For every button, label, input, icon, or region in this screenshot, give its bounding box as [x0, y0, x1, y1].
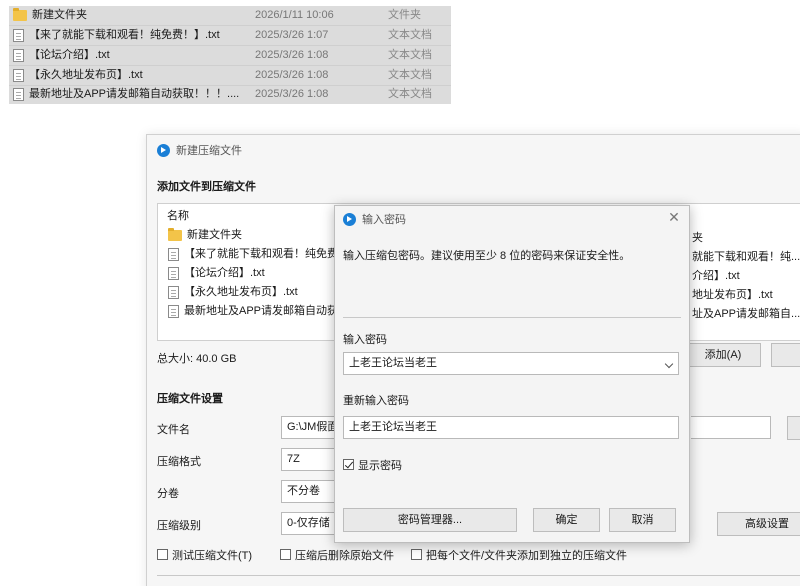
dialog-title: 新建压缩文件 — [176, 145, 242, 157]
dialog-titlebar: 新建压缩文件 — [157, 141, 242, 159]
file-name: 新建文件夹 — [32, 9, 87, 21]
show-password-checkbox[interactable]: 显示密码 — [343, 457, 402, 473]
level-label: 压缩级别 — [157, 520, 201, 532]
file-row[interactable]: 最新地址及APP请发邮箱自动获取！！！.... 2025/3/26 1:08 文… — [9, 85, 451, 104]
divider — [343, 317, 681, 318]
password-dialog-titlebar: 输入密码 — [343, 210, 406, 228]
checkbox-label: 把每个文件/文件夹添加到独立的压缩文件 — [426, 550, 628, 562]
browse-button[interactable]: 浏 — [787, 416, 800, 440]
checkbox-label: 测试压缩文件(T) — [172, 550, 253, 562]
test-archive-checkbox[interactable]: 测试压缩文件(T) — [157, 547, 252, 563]
format-select[interactable]: 7Z — [281, 448, 341, 471]
cancel-button[interactable]: 取消 — [609, 508, 676, 532]
file-type: 文本文档 — [388, 49, 432, 61]
list-item-label: 新建文件夹 — [187, 229, 242, 241]
reenter-password-label: 重新输入密码 — [343, 395, 409, 407]
add-secondary-button[interactable] — [771, 343, 800, 367]
list-header-name: 名称 — [167, 210, 189, 222]
add-files-heading: 添加文件到压缩文件 — [157, 181, 256, 193]
folder-icon — [13, 8, 27, 21]
list-item-label-overflow: 介绍】.txt — [692, 270, 740, 282]
checkbox-box — [411, 549, 422, 560]
filename-input[interactable]: G:\JM假面 — [281, 416, 341, 439]
list-item[interactable]: 【论坛介绍】.txt — [168, 264, 265, 282]
list-item-label-overflow: 就能下载和观看！纯... — [692, 251, 800, 263]
password-dialog: 输入密码 ✕ 输入压缩包密码。建议使用至少 8 位的密码来保证安全性。 输入密码… — [334, 205, 690, 543]
format-label: 压缩格式 — [157, 456, 201, 468]
list-item-label: 【永久地址发布页】.txt — [184, 286, 298, 298]
list-item-label-overflow: 地址发布页】.txt — [692, 289, 773, 301]
split-label: 分卷 — [157, 488, 179, 500]
password-value: 上老王论坛当老王 — [349, 357, 437, 369]
separate-archives-checkbox[interactable]: 把每个文件/文件夹添加到独立的压缩文件 — [411, 547, 627, 563]
file-row[interactable]: 【永久地址发布页】.txt 2025/3/26 1:08 文本文档 — [9, 66, 451, 85]
list-item[interactable]: 新建文件夹 — [168, 226, 242, 244]
list-item-label: 【论坛介绍】.txt — [184, 267, 265, 279]
reenter-password-input[interactable]: 上老王论坛当老王 — [343, 416, 679, 439]
password-label: 输入密码 — [343, 334, 387, 346]
text-file-icon — [168, 304, 179, 318]
file-date: 2025/3/26 1:07 — [255, 29, 329, 41]
text-file-icon — [168, 247, 179, 261]
file-row[interactable]: 新建文件夹 2026/1/11 10:06 文件夹 — [9, 6, 451, 25]
archive-settings-heading: 压缩文件设置 — [157, 393, 223, 405]
app-logo-icon — [157, 143, 170, 157]
text-file-icon — [168, 285, 179, 299]
level-select[interactable]: 0-仅存储 — [281, 512, 341, 535]
divider — [157, 575, 800, 576]
folder-icon — [168, 227, 182, 241]
list-item[interactable]: 【永久地址发布页】.txt — [168, 283, 298, 301]
text-file-icon — [13, 88, 24, 101]
checkbox-box — [343, 459, 354, 470]
close-icon[interactable]: ✕ — [667, 210, 681, 224]
file-date: 2025/3/26 1:08 — [255, 69, 329, 81]
split-select[interactable]: 不分卷 — [281, 480, 341, 503]
add-button[interactable]: 添加(A) — [685, 343, 761, 367]
file-date: 2025/3/26 1:08 — [255, 49, 329, 61]
file-name: 【论坛介绍】.txt — [29, 49, 110, 61]
file-name: 【永久地址发布页】.txt — [29, 69, 143, 81]
file-type: 文件夹 — [388, 9, 421, 21]
password-input[interactable]: 上老王论坛当老王 — [343, 352, 679, 375]
chevron-down-icon[interactable] — [664, 359, 674, 369]
checkbox-box — [157, 549, 168, 560]
delete-after-checkbox[interactable]: 压缩后删除原始文件 — [280, 547, 394, 563]
advanced-settings-button[interactable]: 高级设置 — [717, 512, 800, 536]
text-file-icon — [13, 69, 24, 82]
app-logo-icon — [343, 212, 356, 226]
checkbox-box — [280, 549, 291, 560]
filename-label: 文件名 — [157, 424, 190, 436]
text-file-icon — [168, 266, 179, 280]
password-hint: 输入压缩包密码。建议使用至少 8 位的密码来保证安全性。 — [343, 250, 631, 262]
file-date: 2026/1/11 10:06 — [255, 9, 334, 21]
file-row[interactable]: 【论坛介绍】.txt 2025/3/26 1:08 文本文档 — [9, 46, 451, 65]
list-item-label-overflow: 夹 — [692, 232, 703, 244]
text-file-icon — [13, 29, 24, 42]
password-dialog-title: 输入密码 — [362, 214, 406, 226]
file-name: 最新地址及APP请发邮箱自动获取！！！.... — [29, 88, 240, 100]
text-file-icon — [13, 49, 24, 62]
list-item-label-overflow: 址及APP请发邮箱自... — [692, 308, 800, 320]
password-manager-button[interactable]: 密码管理器... — [343, 508, 517, 532]
file-explorer-list: 新建文件夹 2026/1/11 10:06 文件夹 【来了就能下载和观看！纯免费… — [9, 6, 451, 104]
filename-input-tail[interactable] — [691, 416, 771, 439]
file-row[interactable]: 【来了就能下载和观看！纯免费！】.txt 2025/3/26 1:07 文本文档 — [9, 26, 451, 45]
file-type: 文本文档 — [388, 29, 432, 41]
ok-button[interactable]: 确定 — [533, 508, 600, 532]
checkbox-label: 压缩后删除原始文件 — [295, 550, 394, 562]
file-name: 【来了就能下载和观看！纯免费！】.txt — [29, 29, 220, 41]
checkbox-label: 显示密码 — [358, 460, 402, 472]
total-size-label: 总大小: 40.0 GB — [157, 353, 237, 365]
file-date: 2025/3/26 1:08 — [255, 88, 329, 100]
file-type: 文本文档 — [388, 88, 432, 100]
file-type: 文本文档 — [388, 69, 432, 81]
